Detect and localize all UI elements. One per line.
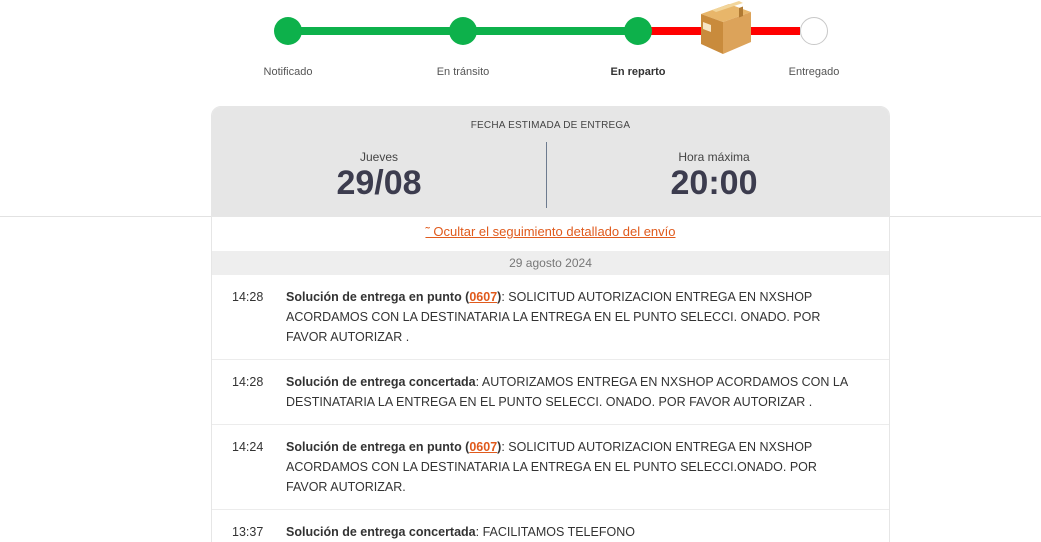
office-code-link[interactable]: 0607 — [469, 440, 497, 454]
tracking-event: 14:24 Solución de entrega en punto (0607… — [212, 425, 889, 510]
delivery-time-block: Hora máxima 20:00 — [547, 150, 881, 201]
delivery-card: FECHA ESTIMADA DE ENTREGA Jueves 29/08 H… — [211, 106, 890, 542]
progress-segment-2 — [476, 27, 626, 35]
delivery-date-block: Jueves 29/08 — [212, 150, 546, 201]
max-time-label: Hora máxima — [678, 150, 750, 164]
tracking-event-list: 14:28 Solución de entrega en punto (0607… — [212, 275, 889, 542]
event-time: 14:28 — [232, 290, 264, 304]
office-code-link[interactable]: 0607 — [469, 290, 497, 304]
delivery-date-value: 29/08 — [336, 164, 422, 202]
tracking-page: Notificado En tránsito En reparto Entreg… — [0, 0, 1041, 542]
estimated-delivery-title: FECHA ESTIMADA DE ENTREGA — [470, 120, 631, 131]
step-dot-en-reparto — [624, 17, 652, 45]
event-description: FACILITAMOS TELEFONO — [482, 525, 635, 539]
estimated-delivery-header: FECHA ESTIMADA DE ENTREGA Jueves 29/08 H… — [212, 107, 889, 217]
tracking-event: 14:28 Solución de entrega concertada: AU… — [212, 360, 889, 425]
step-label-notificado: Notificado — [263, 66, 313, 78]
step-label-en-reparto: En reparto — [610, 66, 666, 78]
tracking-event: 14:28 Solución de entrega en punto (0607… — [212, 275, 889, 360]
step-label-entregado: Entregado — [788, 66, 840, 78]
event-body: Solución de entrega concertada: FACILITA… — [286, 525, 635, 539]
event-body: Solución de entrega en punto (0607): SOL… — [286, 290, 821, 344]
event-time: 13:37 — [232, 525, 264, 539]
event-title: Solución de entrega concertada — [286, 525, 476, 539]
event-title: Solución de entrega en punto — [286, 290, 462, 304]
step-dot-notificado — [274, 17, 302, 45]
tracking-event: 13:37 Solución de entrega concertada: FA… — [212, 510, 889, 542]
max-time-value: 20:00 — [670, 164, 758, 202]
delivery-day-label: Jueves — [359, 150, 399, 164]
event-time: 14:24 — [232, 440, 264, 454]
event-body: Solución de entrega en punto (0607): SOL… — [286, 440, 817, 494]
event-time: 14:28 — [232, 375, 264, 389]
hide-tracking-details-link[interactable]: ˜ Ocultar el seguimiento detallado del e… — [212, 224, 889, 246]
step-dot-entregado — [800, 17, 828, 45]
step-dot-en-transito — [449, 17, 477, 45]
package-box-icon — [701, 1, 751, 54]
event-title: Solución de entrega concertada — [286, 375, 476, 389]
progress-segment-1 — [300, 27, 450, 35]
event-body: Solución de entrega concertada: AUTORIZA… — [286, 375, 848, 409]
shipment-progress-tracker: Notificado En tránsito En reparto Entreg… — [0, 0, 1041, 100]
step-label-en-transito: En tránsito — [436, 66, 490, 78]
date-group-header: 29 agosto 2024 — [212, 251, 889, 275]
event-title: Solución de entrega en punto — [286, 440, 462, 454]
